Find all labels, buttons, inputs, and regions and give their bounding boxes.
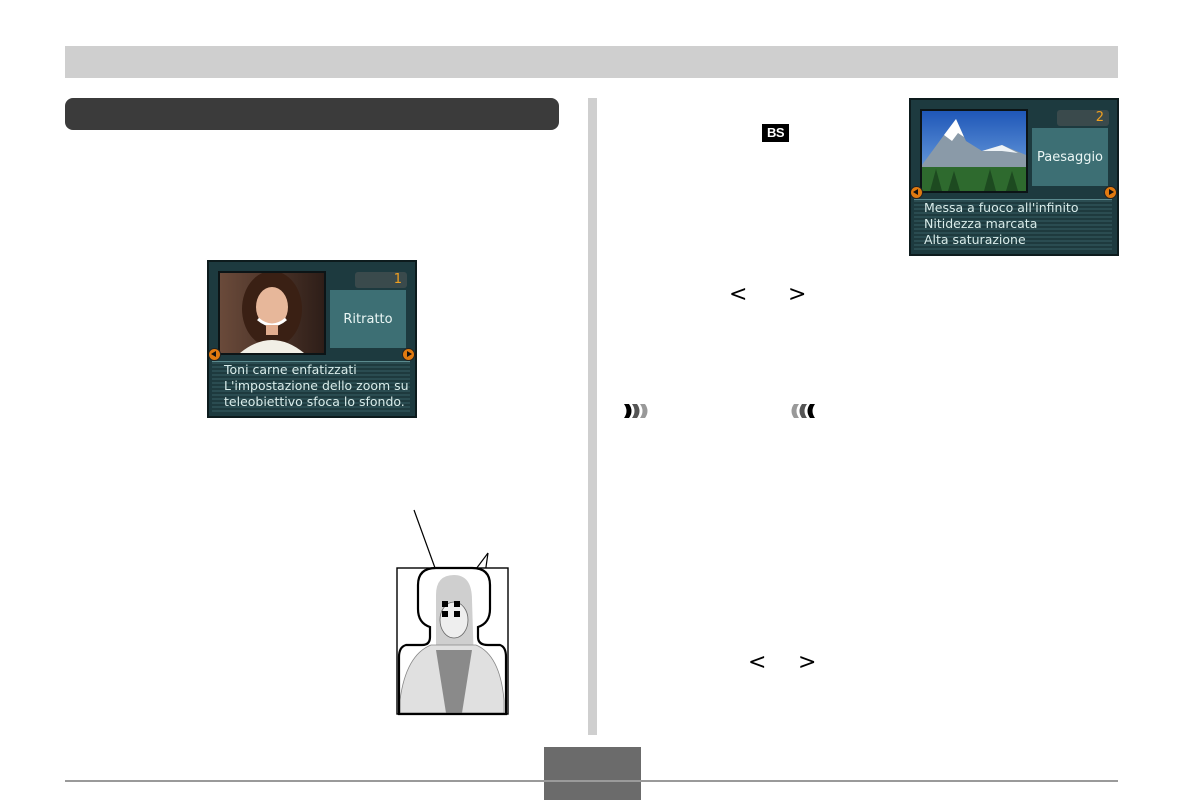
scene-mode-label: Paesaggio: [1032, 128, 1108, 186]
description-line: Messa a fuoco all'infinito: [924, 200, 1079, 215]
scene-description: Toni carne enfatizzati L'impostazione de…: [212, 361, 410, 413]
chevron-left-icon: <: [729, 282, 748, 307]
chevron-left-icon: <: [748, 650, 767, 675]
scroll-left-arrow-icon: [911, 186, 923, 199]
portrait-guide-illustration: [396, 509, 509, 716]
section-title-bar: [65, 98, 559, 130]
lcd-screen-portrait: 1 Ritratto Toni carne enfatizzati L'impo…: [207, 260, 417, 418]
scene-number-badge: 2: [1057, 110, 1109, 126]
reference-end-icon: [791, 404, 815, 418]
landscape-photo: [920, 109, 1028, 193]
reference-start-icon: [624, 404, 648, 418]
scroll-right-arrow-icon: [402, 348, 415, 361]
page-number-box: [544, 747, 641, 800]
footer-rule: [65, 780, 1118, 782]
portrait-photo: [218, 271, 326, 355]
description-line: Toni carne enfatizzati: [224, 362, 357, 377]
column-divider: [588, 98, 597, 735]
chevron-right-icon: >: [788, 282, 807, 307]
scroll-left-arrow-icon: [209, 348, 221, 361]
scene-description: Messa a fuoco all'infinito Nitidezza mar…: [914, 199, 1112, 251]
description-line: L'impostazione dello zoom su: [224, 378, 409, 393]
chevron-right-icon: >: [798, 650, 817, 675]
scroll-right-arrow-icon: [1104, 186, 1117, 199]
description-line: Nitidezza marcata: [924, 216, 1038, 231]
header-band: [65, 46, 1118, 78]
lcd-screen-landscape: 2 Paesaggio Messa a fuoco all'infinito N…: [909, 98, 1119, 256]
description-line: teleobiettivo sfoca lo sfondo.: [224, 394, 405, 409]
best-shot-icon: BS: [762, 124, 789, 142]
description-line: Alta saturazione: [924, 232, 1026, 247]
scene-mode-label: Ritratto: [330, 290, 406, 348]
scene-number-badge: 1: [355, 272, 407, 288]
